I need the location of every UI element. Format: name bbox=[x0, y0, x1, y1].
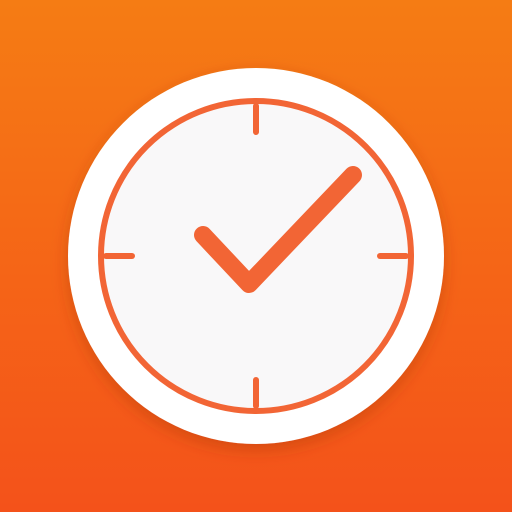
clock-check-icon bbox=[68, 68, 444, 444]
app-icon bbox=[0, 0, 512, 512]
clock-face bbox=[98, 98, 414, 414]
